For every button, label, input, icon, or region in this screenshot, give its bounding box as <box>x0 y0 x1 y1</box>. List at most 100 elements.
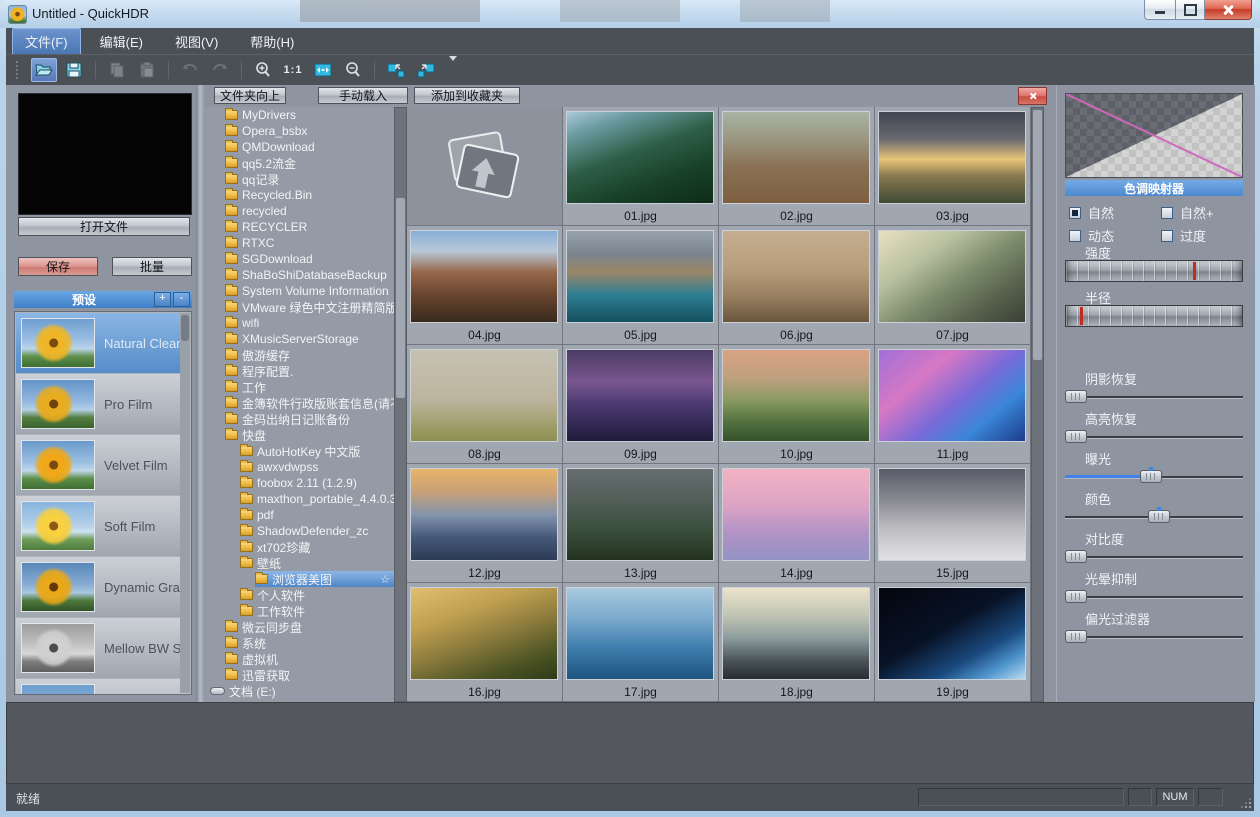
tree-item[interactable]: RECYCLER <box>204 219 394 235</box>
tree-item[interactable]: SGDownload <box>204 251 394 267</box>
redo-icon[interactable] <box>207 58 233 82</box>
tree-item[interactable]: 傲游缓存 <box>204 347 394 363</box>
tree-item[interactable]: ShadowDefender_zc <box>204 523 394 539</box>
image-cell[interactable]: 06.jpg <box>719 226 875 345</box>
add-preset-button[interactable]: + <box>154 292 171 307</box>
menu-item[interactable]: 帮助(H) <box>237 28 307 55</box>
slider-track[interactable] <box>1065 546 1243 567</box>
image-cell[interactable]: 11.jpg <box>875 345 1031 464</box>
maximize-button[interactable] <box>1176 0 1205 20</box>
tree-item[interactable]: recycled <box>204 203 394 219</box>
tonemap-mode-option[interactable]: 动态 <box>1069 228 1161 243</box>
image-cell[interactable]: 03.jpg <box>875 107 1031 226</box>
tonemap-mode-option[interactable]: 过度 <box>1161 228 1245 243</box>
folder-up-cell[interactable] <box>407 107 563 226</box>
image-cell[interactable]: 02.jpg <box>719 107 875 226</box>
tree-item[interactable]: AutoHotKey 中文版 <box>204 443 394 459</box>
tree-item[interactable]: 虚拟机 <box>204 651 394 667</box>
slider-track[interactable] <box>1065 305 1243 327</box>
actual-size-icon[interactable]: 1:1 <box>280 58 306 82</box>
slider-thumb[interactable] <box>1065 550 1087 563</box>
save-icon[interactable] <box>61 58 87 82</box>
preset-scrollbar[interactable] <box>180 313 190 693</box>
tree-item[interactable]: maxthon_portable_4.4.0.30 <box>204 491 394 507</box>
tree-item[interactable]: awxvdwpss <box>204 459 394 475</box>
radio-icon[interactable] <box>1069 207 1081 219</box>
minimize-button[interactable] <box>1144 0 1176 20</box>
tree-item[interactable]: wifi <box>204 315 394 331</box>
slider-marker[interactable] <box>1080 307 1083 325</box>
rotate-right-icon[interactable] <box>413 58 439 82</box>
tree-item[interactable]: RTXC <box>204 235 394 251</box>
slider-thumb[interactable] <box>1140 470 1162 483</box>
tree-item[interactable]: Recycled.Bin <box>204 187 394 203</box>
slider-thumb[interactable] <box>1065 630 1087 643</box>
image-cell[interactable]: 08.jpg <box>407 345 563 464</box>
preset-item[interactable]: Mellow BW Stoc <box>16 618 190 678</box>
tree-item[interactable]: xt702珍藏 <box>204 539 394 555</box>
slider-thumb[interactable] <box>1065 430 1087 443</box>
zoom-in-icon[interactable] <box>250 58 276 82</box>
tree-item[interactable]: System Volume Information <box>204 283 394 299</box>
slider-thumb[interactable] <box>1148 510 1170 523</box>
resize-grip[interactable] <box>1241 798 1251 808</box>
image-cell[interactable]: 01.jpg <box>563 107 719 226</box>
slider-track[interactable] <box>1065 626 1243 647</box>
preset-item[interactable]: Pro Film <box>16 374 190 434</box>
tree-item[interactable]: 金簿软件行政版账套信息(请不 <box>204 395 394 411</box>
paste-icon[interactable] <box>134 58 160 82</box>
tree-item[interactable]: qq5.2流金 <box>204 155 394 171</box>
tonemap-mode-option[interactable]: 自然 <box>1069 205 1161 220</box>
tree-item[interactable]: 工作 <box>204 379 394 395</box>
image-cell[interactable]: 15.jpg <box>875 464 1031 583</box>
image-cell[interactable]: 17.jpg <box>563 583 719 702</box>
tree-item[interactable]: 程序配置. <box>204 363 394 379</box>
radio-icon[interactable] <box>1069 230 1081 242</box>
fit-to-window-icon[interactable] <box>310 58 336 82</box>
tonemap-mode-option[interactable]: 自然+ <box>1161 205 1245 220</box>
tree-scrollbar[interactable] <box>394 107 407 702</box>
slider-track[interactable] <box>1065 260 1243 282</box>
open-file-icon[interactable] <box>31 58 57 82</box>
add-favorite-button[interactable]: 添加到收藏夹 <box>414 87 520 104</box>
image-cell[interactable]: 16.jpg <box>407 583 563 702</box>
image-cell[interactable]: 13.jpg <box>563 464 719 583</box>
tree-item[interactable]: Opera_bsbx <box>204 123 394 139</box>
toolbar-overflow-icon[interactable] <box>441 61 457 79</box>
tree-item[interactable]: ShaBoShiDatabaseBackup <box>204 267 394 283</box>
image-cell[interactable]: 07.jpg <box>875 226 1031 345</box>
tree-item[interactable]: 系统 <box>204 635 394 651</box>
tree-item[interactable]: 工作软件 <box>204 603 394 619</box>
slider-thumb[interactable] <box>1065 590 1087 603</box>
image-cell[interactable]: 18.jpg <box>719 583 875 702</box>
tree-item[interactable]: 金码出纳日记账备份 <box>204 411 394 427</box>
grid-scrollbar-thumb[interactable] <box>1033 110 1042 360</box>
slider-track[interactable] <box>1065 466 1243 487</box>
rotate-left-icon[interactable] <box>383 58 409 82</box>
grid-scrollbar[interactable] <box>1031 107 1044 702</box>
favorite-star-icon[interactable] <box>380 573 390 586</box>
tree-item[interactable]: 浏览器美图 <box>204 571 394 587</box>
remove-preset-button[interactable]: - <box>173 292 190 307</box>
copy-icon[interactable] <box>104 58 130 82</box>
preset-item[interactable]: Dynamic Grain <box>16 557 190 617</box>
tree-item[interactable]: pdf <box>204 507 394 523</box>
undo-icon[interactable] <box>177 58 203 82</box>
tree-item[interactable]: QMDownload <box>204 139 394 155</box>
menu-item[interactable]: 视图(V) <box>162 28 231 55</box>
tree-item[interactable]: VMware 绿色中文注册精简版 <box>204 299 394 315</box>
slider-track[interactable] <box>1065 506 1243 527</box>
radio-icon[interactable] <box>1161 230 1173 242</box>
image-cell[interactable]: 14.jpg <box>719 464 875 583</box>
slider-track[interactable] <box>1065 386 1243 407</box>
manual-load-button[interactable]: 手动载入 <box>318 87 408 104</box>
folder-up-button[interactable]: 文件夹向上 <box>214 87 286 104</box>
tree-item[interactable]: foobox 2.11 (1.2.9) <box>204 475 394 491</box>
image-cell[interactable]: 09.jpg <box>563 345 719 464</box>
toolbar-grip[interactable] <box>16 61 21 79</box>
image-cell[interactable]: 12.jpg <box>407 464 563 583</box>
menu-item[interactable]: 文件(F) <box>12 28 81 55</box>
tree-item[interactable]: 快盘 <box>204 427 394 443</box>
slider-track[interactable] <box>1065 426 1243 447</box>
tree-item[interactable]: 个人软件 <box>204 587 394 603</box>
